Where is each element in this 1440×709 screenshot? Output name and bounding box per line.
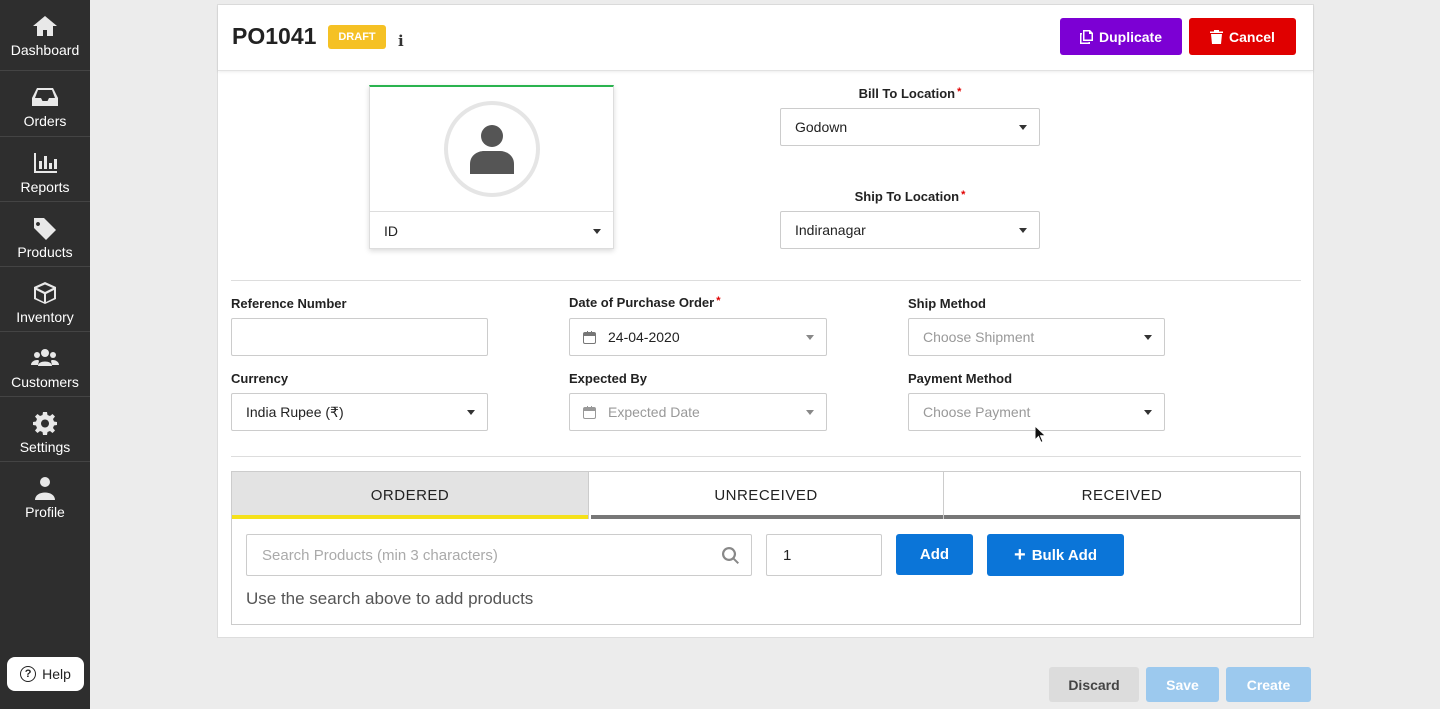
duplicate-button[interactable]: Duplicate	[1060, 18, 1182, 55]
chevron-down-icon	[593, 229, 601, 234]
chevron-down-icon	[1019, 228, 1027, 233]
product-search-placeholder: Search Products (min 3 characters)	[262, 546, 498, 564]
bulk-add-button[interactable]: + Bulk Add	[987, 534, 1124, 576]
chevron-down-icon	[806, 335, 814, 340]
tab-indicator	[944, 515, 1300, 519]
duplicate-label: Duplicate	[1098, 28, 1162, 45]
reference-number-input[interactable]	[231, 318, 488, 356]
sidebar-item-label: Orders	[23, 113, 67, 129]
avatar[interactable]	[444, 101, 540, 197]
cancel-button[interactable]: Cancel	[1189, 18, 1296, 55]
chevron-down-icon	[806, 410, 814, 415]
sidebar-item-label: Profile	[25, 504, 65, 520]
ship-method-label: Ship Method	[908, 296, 986, 311]
tab-ordered[interactable]: ORDERED	[232, 472, 588, 519]
sidebar-item-reports[interactable]: Reports	[0, 137, 90, 202]
cube-icon	[34, 282, 56, 304]
line-items-panel: ORDERED UNRECEIVED RECEIVED Search Produ…	[231, 471, 1301, 625]
calendar-icon	[583, 331, 596, 344]
user-icon	[35, 477, 55, 500]
bulk-add-label: Bulk Add	[1031, 546, 1097, 564]
home-icon	[33, 16, 57, 36]
user-icon	[470, 125, 514, 174]
expected-by-label: Expected By	[569, 371, 648, 386]
users-icon	[31, 349, 59, 366]
bill-to-value: Godown	[795, 119, 848, 135]
save-button[interactable]: Save	[1146, 667, 1219, 702]
currency-select[interactable]: India Rupee (₹)	[231, 393, 488, 431]
sidebar-item-label: Reports	[20, 179, 70, 195]
sidebar-item-label: Settings	[19, 439, 71, 455]
ship-method-placeholder: Choose Shipment	[923, 329, 1035, 345]
expected-date-picker[interactable]: Expected Date	[569, 393, 827, 431]
bar-chart-icon	[34, 153, 57, 173]
question-icon: ?	[20, 666, 37, 682]
chevron-down-icon	[467, 410, 475, 415]
sidebar-item-label: Inventory	[16, 309, 74, 325]
card-header: PO1041 DRAFT i Duplicate Cancel	[218, 5, 1313, 71]
quantity-value: 1	[783, 546, 792, 564]
search-icon	[722, 547, 739, 564]
sidebar-item-dashboard[interactable]: Dashboard	[0, 0, 90, 65]
payment-method-label: Payment Method	[908, 371, 1013, 386]
ship-method-select[interactable]: Choose Shipment	[908, 318, 1165, 356]
ship-to-value: Indiranagar	[795, 222, 866, 238]
currency-label: Currency	[231, 371, 289, 386]
reference-label: Reference Number	[231, 296, 347, 311]
gear-icon	[33, 412, 57, 435]
help-button[interactable]: ? Help	[7, 657, 84, 691]
po-date-label: Date of Purchase Order *	[569, 295, 721, 310]
bill-to-label: Bill To Location *	[858, 86, 962, 101]
trash-icon	[1210, 29, 1224, 44]
purchase-order-card: PO1041 DRAFT i Duplicate Cancel ID Bill …	[217, 4, 1314, 638]
status-badge: DRAFT	[328, 25, 386, 49]
chevron-down-icon	[1019, 125, 1027, 130]
po-date-value: 24-04-2020	[608, 329, 680, 345]
vendor-box: ID	[369, 85, 614, 249]
sidebar-item-settings[interactable]: Settings	[0, 397, 90, 462]
cancel-label: Cancel	[1229, 28, 1275, 45]
sidebar-item-products[interactable]: Products	[0, 202, 90, 267]
create-button[interactable]: Create	[1226, 667, 1311, 702]
divider	[231, 280, 1301, 281]
bill-to-location-select[interactable]: Godown	[780, 108, 1040, 146]
plus-icon: +	[1014, 544, 1026, 566]
sidebar-item-customers[interactable]: Customers	[0, 332, 90, 397]
ship-to-location-select[interactable]: Indiranagar	[780, 211, 1040, 249]
sidebar-item-label: Dashboard	[10, 42, 80, 58]
sidebar-item-label: Customers	[11, 374, 79, 390]
chevron-down-icon	[1144, 335, 1152, 340]
tag-icon	[34, 218, 56, 240]
sidebar-item-profile[interactable]: Profile	[0, 462, 90, 527]
help-label: Help	[42, 666, 71, 682]
po-date-picker[interactable]: 24-04-2020	[569, 318, 827, 356]
sidebar-item-orders[interactable]: Orders	[0, 71, 90, 136]
tab-received[interactable]: RECEIVED	[944, 472, 1300, 519]
sidebar-item-label: Products	[17, 244, 73, 260]
copy-icon	[1079, 29, 1093, 44]
tab-indicator	[232, 515, 588, 519]
discard-button[interactable]: Discard	[1049, 667, 1139, 702]
expected-date-placeholder: Expected Date	[608, 404, 700, 420]
sidebar: Dashboard Orders Reports Products Invent…	[0, 0, 90, 709]
payment-method-placeholder: Choose Payment	[923, 404, 1031, 420]
quantity-input[interactable]: 1	[766, 534, 882, 576]
mouse-cursor-icon	[1035, 426, 1047, 444]
tab-indicator	[591, 515, 943, 519]
divider	[231, 456, 1301, 457]
ship-to-label: Ship To Location *	[854, 189, 966, 204]
currency-value: India Rupee (₹)	[246, 403, 344, 420]
page-title: PO1041	[232, 23, 317, 49]
add-button[interactable]: Add	[896, 534, 973, 575]
product-search-input[interactable]: Search Products (min 3 characters)	[246, 534, 752, 576]
chevron-down-icon	[1144, 410, 1152, 415]
vendor-select[interactable]: ID	[370, 211, 613, 249]
calendar-icon	[583, 406, 596, 419]
vendor-select-value: ID	[384, 222, 398, 239]
empty-hint: Use the search above to add products	[246, 589, 534, 608]
tab-unreceived[interactable]: UNRECEIVED	[589, 472, 943, 519]
info-icon[interactable]: i	[398, 32, 404, 50]
sidebar-item-inventory[interactable]: Inventory	[0, 267, 90, 332]
inbox-icon	[32, 88, 58, 106]
